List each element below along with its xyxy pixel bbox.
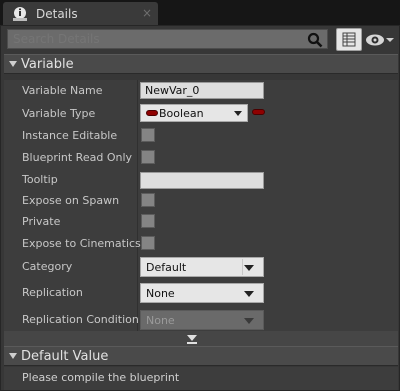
property-label: Variable Name [22,84,103,97]
property-row-category: Category Default [4,256,398,277]
view-options-button[interactable] [336,28,362,51]
property-label: Blueprint Read Only [22,151,133,164]
property-row-variable-name: Variable Name NewVar_0 [4,80,398,101]
variable-name-input[interactable]: NewVar_0 [140,82,264,99]
variable-section-header[interactable]: Variable [4,54,398,74]
property-row-expose-on-spawn: Expose on Spawn [4,190,398,211]
property-label: Tooltip [22,173,58,186]
details-panel: Variable Variable Name NewVar_0 Variable… [0,25,400,391]
property-label: Replication [22,286,83,299]
variable-type-value: Boolean [159,107,204,120]
property-label: Instance Editable [22,129,118,142]
eye-icon[interactable] [364,31,394,49]
chevron-down-icon [244,265,254,271]
property-label: Private [22,215,61,228]
blueprint-read-only-checkbox[interactable] [141,150,155,164]
instance-editable-checkbox[interactable] [141,128,155,142]
expand-arrow-icon [187,335,197,341]
chevron-down-icon [234,111,242,116]
property-row-private: Private [4,211,398,232]
property-label: Expose to Cinematics [22,237,141,250]
collapse-arrow-icon [9,61,17,67]
property-label: Expose on Spawn [22,194,120,207]
replication-value: None [146,287,175,300]
replication-condition-dropdown: None [140,310,264,330]
tab-title: Details [36,7,78,21]
boolean-pin-icon [146,110,158,116]
property-row-replication-condition: Replication Condition None [4,309,398,330]
property-label: Category [22,260,73,273]
expose-on-spawn-checkbox[interactable] [141,193,155,207]
property-row-expose-to-cinematics: Expose to Cinematics [4,233,398,254]
property-label: Variable Type [22,107,96,120]
details-tab[interactable]: Details × [3,2,158,25]
search-row [7,28,394,52]
default-value-message: Please compile the blueprint [4,367,398,390]
search-input[interactable] [7,29,328,49]
expose-to-cinematics-checkbox[interactable] [141,236,155,250]
default-value-section-title: Default Value [21,349,109,364]
property-row-variable-type: Variable Type Boolean [4,103,398,124]
property-row-replication: Replication None [4,282,398,303]
advanced-expand-button[interactable] [4,331,398,346]
chevron-down-icon [244,291,254,297]
property-row-tooltip: Tooltip [4,169,398,190]
search-icon[interactable] [307,32,323,48]
private-checkbox[interactable] [141,214,155,228]
category-value: Default [146,261,187,274]
tab-bar: Details × [0,0,400,25]
tooltip-input[interactable] [140,172,264,189]
variable-properties: Variable Name NewVar_0 Variable Type Boo… [4,80,398,354]
replication-condition-value: None [146,314,175,327]
details-info-icon [13,7,27,21]
property-row-blueprint-read-only: Blueprint Read Only [4,147,398,168]
collapse-arrow-icon [9,353,17,359]
close-icon[interactable]: × [142,6,152,20]
grid-view-icon [342,32,356,47]
default-value-section-header[interactable]: Default Value [4,346,398,366]
replication-dropdown[interactable]: None [140,283,264,303]
property-row-instance-editable: Instance Editable [4,125,398,146]
variable-type-dropdown[interactable]: Boolean [140,104,248,122]
variable-section-title: Variable [21,57,74,72]
property-label: Replication Condition [22,313,139,326]
chevron-down-icon [244,318,254,324]
compile-message: Please compile the blueprint [22,371,180,384]
container-type-icon[interactable] [252,109,265,115]
category-dropdown[interactable]: Default [140,257,264,277]
